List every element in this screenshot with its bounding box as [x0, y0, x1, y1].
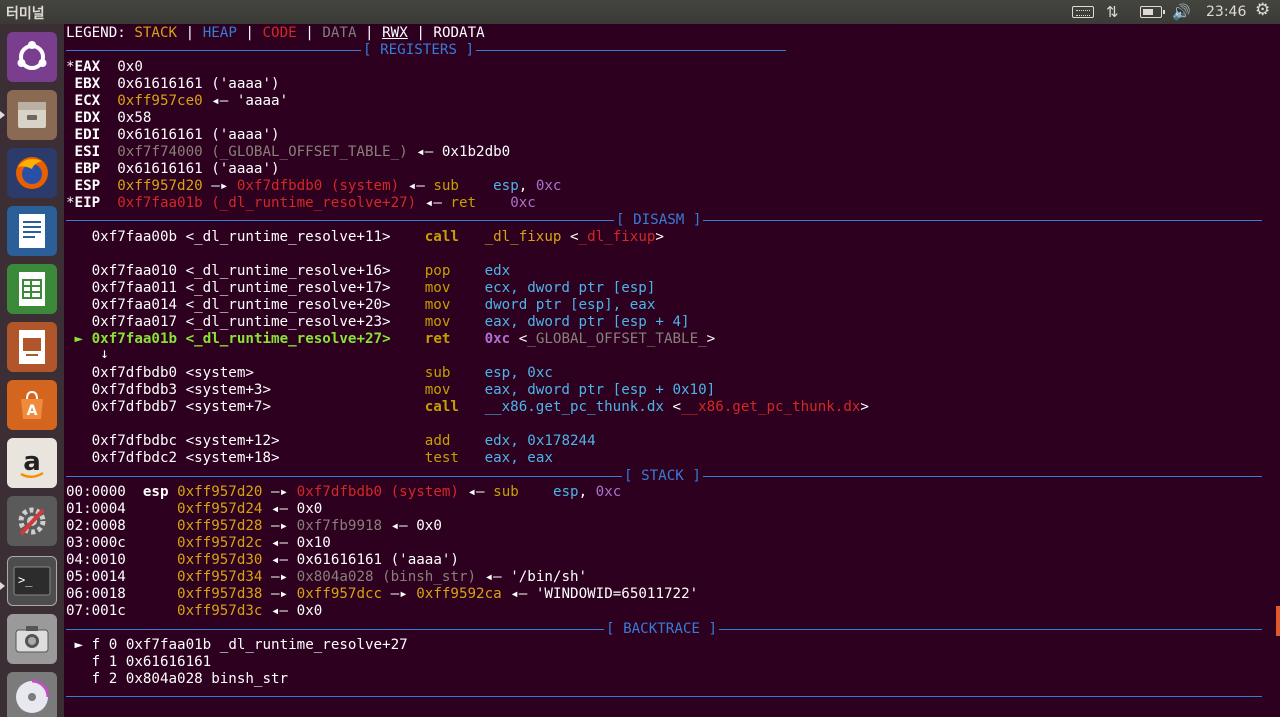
jump-arrow: ↓ [100, 346, 109, 362]
amazon-icon[interactable]: a [7, 438, 57, 488]
svg-text:>_: >_ [18, 573, 33, 587]
registers-title: [ REGISTERS ] [361, 42, 477, 59]
stack-entry: 03:000c 0xff957d2c ◂— 0x10 [66, 535, 331, 551]
screenshot-icon[interactable] [7, 614, 57, 664]
scrollbar-thumb[interactable] [1276, 606, 1280, 636]
backtrace-frame: ► f 0 0xf7faa01b _dl_runtime_resolve+27 [74, 637, 408, 653]
disasm-line: 0xf7faa011 <_dl_runtime_resolve+17> mov … [91, 280, 656, 296]
calc-icon[interactable] [7, 264, 57, 314]
terminal-icon[interactable]: >_ [7, 556, 57, 606]
clock[interactable]: 23:46 [1206, 4, 1246, 20]
stack-entry: 06:0018 0xff957d38 —▸ 0xff957dcc —▸ 0xff… [66, 586, 699, 602]
disasm-title: [ DISASM ] [614, 212, 704, 229]
disasm-line: 0xf7faa010 <_dl_runtime_resolve+16> pop … [91, 263, 511, 279]
svg-text:A: A [27, 403, 38, 419]
files-icon[interactable] [7, 90, 57, 140]
keyboard-icon[interactable] [1072, 6, 1094, 18]
system-settings-icon[interactable] [7, 496, 57, 546]
legend-stack: STACK [134, 25, 178, 41]
ubuntu-logo-icon[interactable] [7, 32, 57, 82]
disasm-line: 0xf7dfbdb3 <system+3> mov eax, dword ptr… [91, 382, 716, 398]
stack-title: [ STACK ] [622, 468, 703, 485]
register-eip: *EIP 0xf7faa01b (_dl_runtime_resolve+27)… [66, 195, 536, 211]
stack-entry: 01:0004 0xff957d24 ◂— 0x0 [66, 501, 323, 517]
svg-text:a: a [23, 447, 41, 477]
register-ebp: EBP 0x61616161 ('aaaa') [74, 161, 280, 177]
legend-heap: HEAP [202, 25, 237, 41]
register-esp: ESP 0xff957d20 —▸ 0xf7dfbdb0 (system) ◂—… [74, 178, 562, 194]
terminal-window[interactable]: LEGEND: STACK | HEAP | CODE | DATA | RWX… [64, 24, 1280, 717]
disasm-line: 0xf7faa014 <_dl_runtime_resolve+20> mov … [91, 297, 656, 313]
legend-data: DATA [322, 25, 357, 41]
running-indicator [0, 582, 5, 590]
disasm-line: 0xf7dfbdb0 <system> sub esp, 0xc [91, 365, 553, 381]
stack-entry: 02:0008 0xff957d28 —▸ 0xf7fb9918 ◂— 0x0 [66, 518, 442, 534]
bottom-rule [66, 696, 1262, 697]
network-icon[interactable]: ⇅ [1106, 4, 1119, 20]
stack-entry: 00:0000 esp 0xff957d20 —▸ 0xf7dfbdb0 (sy… [66, 484, 622, 500]
battery-icon[interactable] [1140, 6, 1165, 18]
backtrace-title: [ BACKTRACE ] [604, 621, 720, 638]
launcher: A a >_ [0, 24, 64, 717]
register-edi: EDI 0x61616161 ('aaaa') [74, 127, 280, 143]
legend-line: LEGEND: STACK | HEAP | CODE | DATA | RWX… [66, 25, 485, 41]
current-instruction-marker: ► [74, 331, 84, 347]
stack-entry: 05:0014 0xff957d34 —▸ 0x804a028 (binsh_s… [66, 569, 588, 585]
legend-rodata: RODATA [433, 25, 485, 41]
legend-code: CODE [262, 25, 297, 41]
disasm-line: 0xf7dfbdb7 <system+7> call __x86.get_pc_… [91, 399, 869, 415]
gear-icon[interactable]: ⚙ [1255, 2, 1270, 19]
register-edx: EDX 0x58 [74, 110, 152, 126]
legend-rwx: RWX [382, 25, 408, 41]
disasm-current-line: ► 0xf7faa01b <_dl_runtime_resolve+27> re… [74, 331, 716, 347]
register-esi: ESI 0xf7f74000 (_GLOBAL_OFFSET_TABLE_) ◂… [74, 144, 511, 160]
impress-icon[interactable] [7, 322, 57, 372]
backtrace-frame: f 1 0x61616161 [91, 654, 212, 670]
disasm-line: 0xf7dfbdc2 <system+18> test eax, eax [91, 450, 553, 466]
register-ecx: ECX 0xff957ce0 ◂— 'aaaa' [74, 93, 289, 109]
volume-icon[interactable]: 🔊 [1172, 4, 1191, 20]
software-center-icon[interactable]: A [7, 380, 57, 430]
stack-entry: 07:001c 0xff957d3c ◂— 0x0 [66, 603, 323, 619]
backtrace-frame: f 2 0x804a028 binsh_str [91, 671, 289, 687]
firefox-icon[interactable] [7, 148, 57, 198]
disasm-line: 0xf7faa00b <_dl_runtime_resolve+11> call… [91, 229, 664, 245]
dvd-icon[interactable] [7, 672, 57, 717]
app-title: 터미널 [6, 6, 45, 22]
disasm-line: 0xf7dfbdbc <system+12> add edx, 0x178244 [91, 433, 596, 449]
writer-icon[interactable] [7, 206, 57, 256]
top-panel: 터미널 ⇅ 🔊 23:46 ⚙ [0, 0, 1280, 24]
stack-entry: 04:0010 0xff957d30 ◂— 0x61616161 ('aaaa'… [66, 552, 459, 568]
disasm-line: 0xf7faa017 <_dl_runtime_resolve+23> mov … [91, 314, 690, 330]
register-ebx: EBX 0x61616161 ('aaaa') [74, 76, 280, 92]
running-indicator [0, 111, 5, 119]
register-eax: *EAX 0x0 [66, 59, 143, 75]
